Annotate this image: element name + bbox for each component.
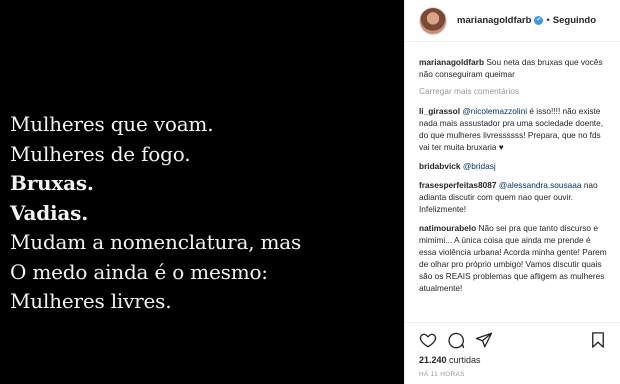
likes-label: curtidas — [449, 355, 481, 365]
comment-mention[interactable]: @alessandra.sousaaa — [499, 180, 582, 190]
comment: natimourabelo Não sei pra que tanto disc… — [419, 222, 610, 294]
likes-count[interactable]: 21.240 curtidas — [419, 355, 607, 365]
quote-line: Bruxas. — [10, 171, 94, 195]
load-more-comments-button[interactable]: Carregar mais comentários — [419, 85, 610, 97]
comment-mention[interactable]: @nicolemazzolini — [462, 106, 527, 116]
quote-line: Vadias. — [10, 200, 89, 225]
quote-line: Mulheres livres. — [10, 289, 172, 313]
following-button[interactable]: Seguindo — [553, 15, 596, 26]
caption-username[interactable]: marianagoldfarb — [419, 57, 484, 67]
separator-dot: • — [546, 15, 550, 26]
heart-icon[interactable] — [419, 331, 437, 349]
heart-emoji-icon: ♥ — [498, 142, 504, 152]
post-sidebar: marianagoldfarb ✔ • Seguindo marianagold… — [404, 0, 620, 384]
caption: marianagoldfarb Sou neta das bruxas que … — [419, 56, 610, 80]
quote-line: O medo ainda é o mesmo: — [10, 259, 268, 284]
quote-line: Mulheres de fogo. — [10, 141, 191, 166]
quote-line: Mulheres que voam. — [10, 112, 214, 136]
comment-username[interactable]: bridabvick — [419, 161, 461, 171]
avatar[interactable] — [419, 6, 447, 35]
header-username[interactable]: marianagoldfarb — [457, 15, 531, 26]
post-header: marianagoldfarb ✔ • Seguindo — [405, 0, 620, 42]
comment-text: Não sei pra que tanto discurso e mimimi.… — [419, 223, 607, 293]
post-timestamp[interactable]: HÁ 11 HORAS — [419, 371, 607, 378]
comment: frasesperfeitas8087 @alessandra.sousaaa … — [419, 179, 610, 215]
share-icon[interactable] — [475, 331, 493, 349]
comment-username[interactable]: li_girassol — [419, 106, 460, 116]
comment: li_girassol @nicolemazzolini é isso!!!! … — [419, 105, 610, 153]
post-image[interactable]: Mulheres que voam. Mulheres de fogo. Bru… — [0, 0, 404, 384]
likes-number: 21.240 — [419, 355, 447, 365]
comment-mention[interactable]: @bridasj — [463, 161, 496, 171]
comment-icon[interactable] — [447, 331, 465, 349]
verified-icon: ✔ — [534, 16, 544, 25]
comments-list[interactable]: marianagoldfarb Sou neta das bruxas que … — [405, 42, 620, 310]
bookmark-icon[interactable] — [589, 331, 607, 349]
comment: bridabvick @bridasj — [419, 160, 610, 172]
comment-username[interactable]: natimourabelo — [419, 223, 476, 233]
comment-username[interactable]: frasesperfeitas8087 — [419, 180, 497, 190]
post-actions: 21.240 curtidas HÁ 11 HORAS — [405, 322, 620, 378]
quote-line: Mudam a nomenclatura, mas — [10, 230, 302, 254]
